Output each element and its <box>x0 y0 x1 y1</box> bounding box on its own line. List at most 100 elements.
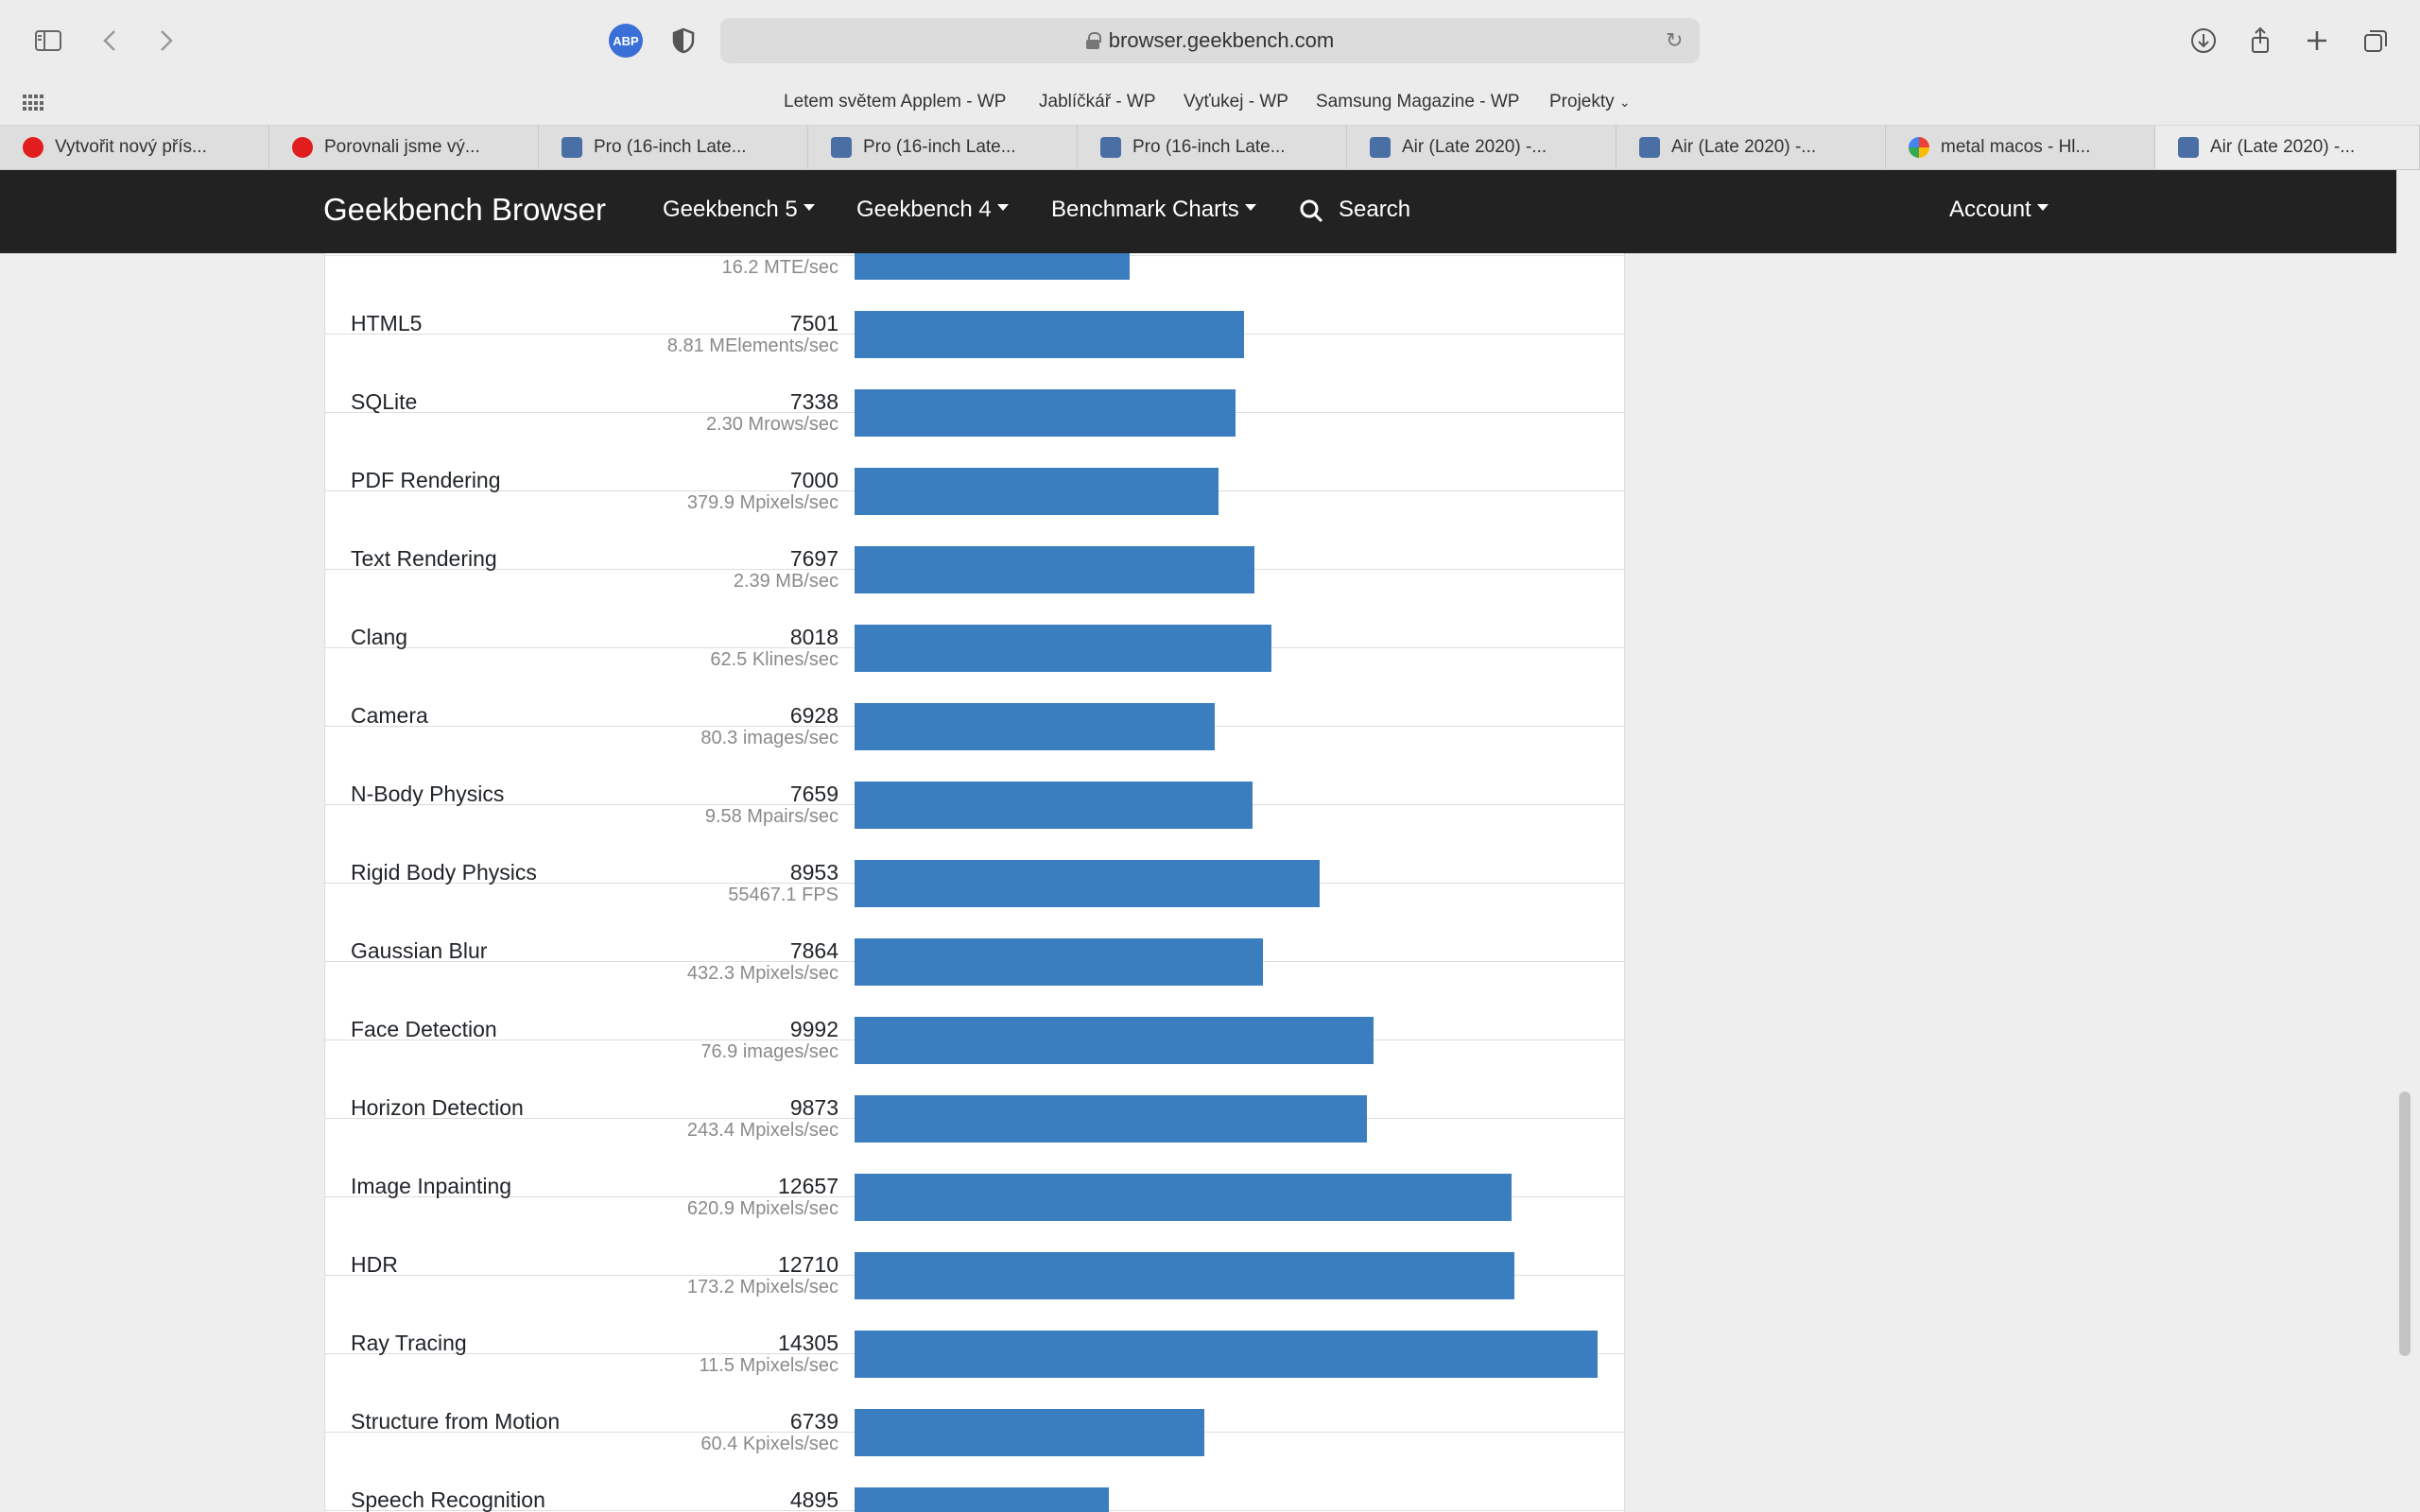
benchmark-name: HTML5 <box>351 311 423 335</box>
benchmark-score: 14305 <box>778 1331 838 1355</box>
lock-icon <box>1085 32 1101 49</box>
search-icon[interactable] <box>1299 198 1323 223</box>
table-row: HDR 12710 173.2 Mpixels/sec <box>325 1197 1624 1299</box>
geekbench-icon <box>1370 137 1391 158</box>
caret-down-icon <box>803 204 815 212</box>
benchmark-score: 12710 <box>778 1252 838 1277</box>
browser-tab[interactable]: Air (Late 2020) -... <box>1616 126 1886 169</box>
adblock-icon[interactable]: ABP <box>609 24 643 58</box>
browser-toolbar: ABP browser.geekbench.com ↻ <box>0 0 2420 81</box>
back-icon[interactable] <box>93 23 129 59</box>
nav-label: Benchmark Charts <box>1051 197 1239 222</box>
benchmark-name: Rigid Body Physics <box>351 860 537 885</box>
favorite-folder-label: Projekty <box>1549 92 1615 112</box>
nav-account[interactable]: Account <box>1949 197 2048 223</box>
favorite-item[interactable]: Samsung Magazine - WP <box>1316 92 1519 112</box>
nav-label: Geekbench 4 <box>856 197 992 222</box>
benchmark-score: 8018 <box>789 625 838 649</box>
score-bar <box>855 1487 1109 1512</box>
nav-geekbench-5[interactable]: Geekbench 5 <box>663 197 815 223</box>
benchmark-score: 7864 <box>789 938 838 963</box>
benchmark-score: 7697 <box>789 546 838 571</box>
benchmark-name: Horizon Detection <box>351 1095 524 1120</box>
privacy-shield-icon[interactable] <box>666 23 701 59</box>
tab-title: Air (Late 2020) -... <box>1671 137 1817 157</box>
favorite-item[interactable]: Vyťukej - WP <box>1184 92 1288 112</box>
tab-title: Porovnali jsme vý... <box>324 137 480 157</box>
browser-tab-active[interactable]: Air (Late 2020) -... <box>2155 126 2420 169</box>
table-row: Horizon Detection 9873 243.4 Mpixels/sec <box>325 1040 1624 1143</box>
browser-tab[interactable]: Vytvořit nový přís... <box>0 126 269 169</box>
benchmark-score: 12657 <box>778 1174 838 1198</box>
tab-title: Pro (16-inch Late... <box>863 137 1016 157</box>
table-row: Text Rendering 7697 2.39 MB/sec <box>325 491 1624 593</box>
nav-geekbench-4[interactable]: Geekbench 4 <box>856 197 1009 223</box>
browser-tab[interactable]: Pro (16-inch Late... <box>539 126 808 169</box>
table-row: Gaussian Blur 7864 432.3 Mpixels/sec <box>325 884 1624 986</box>
browser-tab[interactable]: Porovnali jsme vý... <box>269 126 539 169</box>
browser-tab[interactable]: Pro (16-inch Late... <box>1078 126 1347 169</box>
sidebar-toggle-icon[interactable] <box>30 23 66 59</box>
benchmark-table: 16.2 MTE/sec HTML5 7501 8.81 MElements/sec S… <box>324 253 1625 1512</box>
browser-tab[interactable]: metal macos - Hl... <box>1886 126 2155 169</box>
browser-tab[interactable]: Air (Late 2020) -... <box>1347 126 1616 169</box>
benchmark-score: 8953 <box>789 860 838 885</box>
scrollbar-thumb[interactable] <box>2399 1091 2411 1356</box>
benchmark-name: N-Body Physics <box>351 782 505 806</box>
geekbench-icon <box>831 137 852 158</box>
favorites-grid-icon[interactable] <box>23 94 43 112</box>
benchmark-name: Face Detection <box>351 1017 497 1041</box>
forward-icon[interactable] <box>147 23 183 59</box>
benchmark-score: 7000 <box>789 468 838 492</box>
nav-search[interactable]: Search <box>1339 197 1410 223</box>
table-row: Structure from Motion 6739 60.4 Kpixels/se… <box>325 1354 1624 1456</box>
vodafone-icon <box>23 137 43 158</box>
geekbench-icon <box>2178 137 2199 158</box>
benchmark-name: HDR <box>351 1252 398 1277</box>
benchmark-score: 9992 <box>789 1017 838 1041</box>
caret-down-icon <box>2036 204 2048 212</box>
vodafone-icon <box>292 137 313 158</box>
geekbench-icon <box>1100 137 1121 158</box>
chevron-down-icon: ⌄ <box>1618 94 1631 110</box>
benchmark-name: Speech Recognition <box>351 1487 545 1512</box>
benchmark-name: Ray Tracing <box>351 1331 467 1355</box>
site-brand[interactable]: Geekbench Browser <box>323 192 606 228</box>
benchmark-score: 6739 <box>789 1409 838 1434</box>
table-row: Clang 8018 62.5 Klines/sec <box>325 570 1624 672</box>
tab-title: Air (Late 2020) -... <box>1402 137 1547 157</box>
address-bar[interactable]: browser.geekbench.com <box>720 18 1700 63</box>
caret-down-icon <box>996 204 1009 212</box>
google-icon <box>1909 137 1929 158</box>
reload-icon[interactable]: ↻ <box>1666 28 1683 53</box>
benchmark-score: 6928 <box>789 703 838 728</box>
benchmark-score: 7501 <box>789 311 838 335</box>
favorite-folder-projekty[interactable]: Projekty ⌄ <box>1549 92 1631 112</box>
table-row: Camera 6928 80.3 images/sec <box>325 648 1624 750</box>
benchmark-score: 4895 <box>789 1487 838 1512</box>
tab-title: Vytvořit nový přís... <box>55 137 207 157</box>
table-row: SQLite 7338 2.30 Mrows/sec <box>325 335 1624 437</box>
table-row: Speech Recognition 4895 <box>325 1433 1624 1512</box>
table-row: HTML5 7501 8.81 MElements/sec <box>325 256 1624 358</box>
nav-benchmark-charts[interactable]: Benchmark Charts <box>1051 197 1256 223</box>
geekbench-icon <box>562 137 582 158</box>
table-row: Image Inpainting 12657 620.9 Mpixels/sec <box>325 1119 1624 1221</box>
share-icon[interactable] <box>2242 23 2278 59</box>
tab-overview-icon[interactable] <box>2358 23 2394 59</box>
table-row: Ray Tracing 14305 11.5 Mpixels/sec <box>325 1276 1624 1378</box>
favorite-item[interactable]: Letem světem Applem - WP <box>784 92 1006 112</box>
benchmark-name: Gaussian Blur <box>351 938 488 963</box>
favorite-item[interactable]: Jablíčkář - WP <box>1039 92 1156 112</box>
tab-title: Pro (16-inch Late... <box>594 137 747 157</box>
tab-title: Air (Late 2020) -... <box>2210 137 2356 157</box>
benchmark-name: Text Rendering <box>351 546 497 571</box>
browser-tab[interactable]: Pro (16-inch Late... <box>808 126 1078 169</box>
downloads-icon[interactable] <box>2186 23 2221 59</box>
nav-label: Geekbench 5 <box>663 197 798 222</box>
benchmark-name: Clang <box>351 625 408 649</box>
benchmark-score: 7659 <box>789 782 838 806</box>
benchmark-name: PDF Rendering <box>351 468 501 492</box>
new-tab-icon[interactable] <box>2299 23 2335 59</box>
benchmark-score: 7338 <box>789 389 838 414</box>
